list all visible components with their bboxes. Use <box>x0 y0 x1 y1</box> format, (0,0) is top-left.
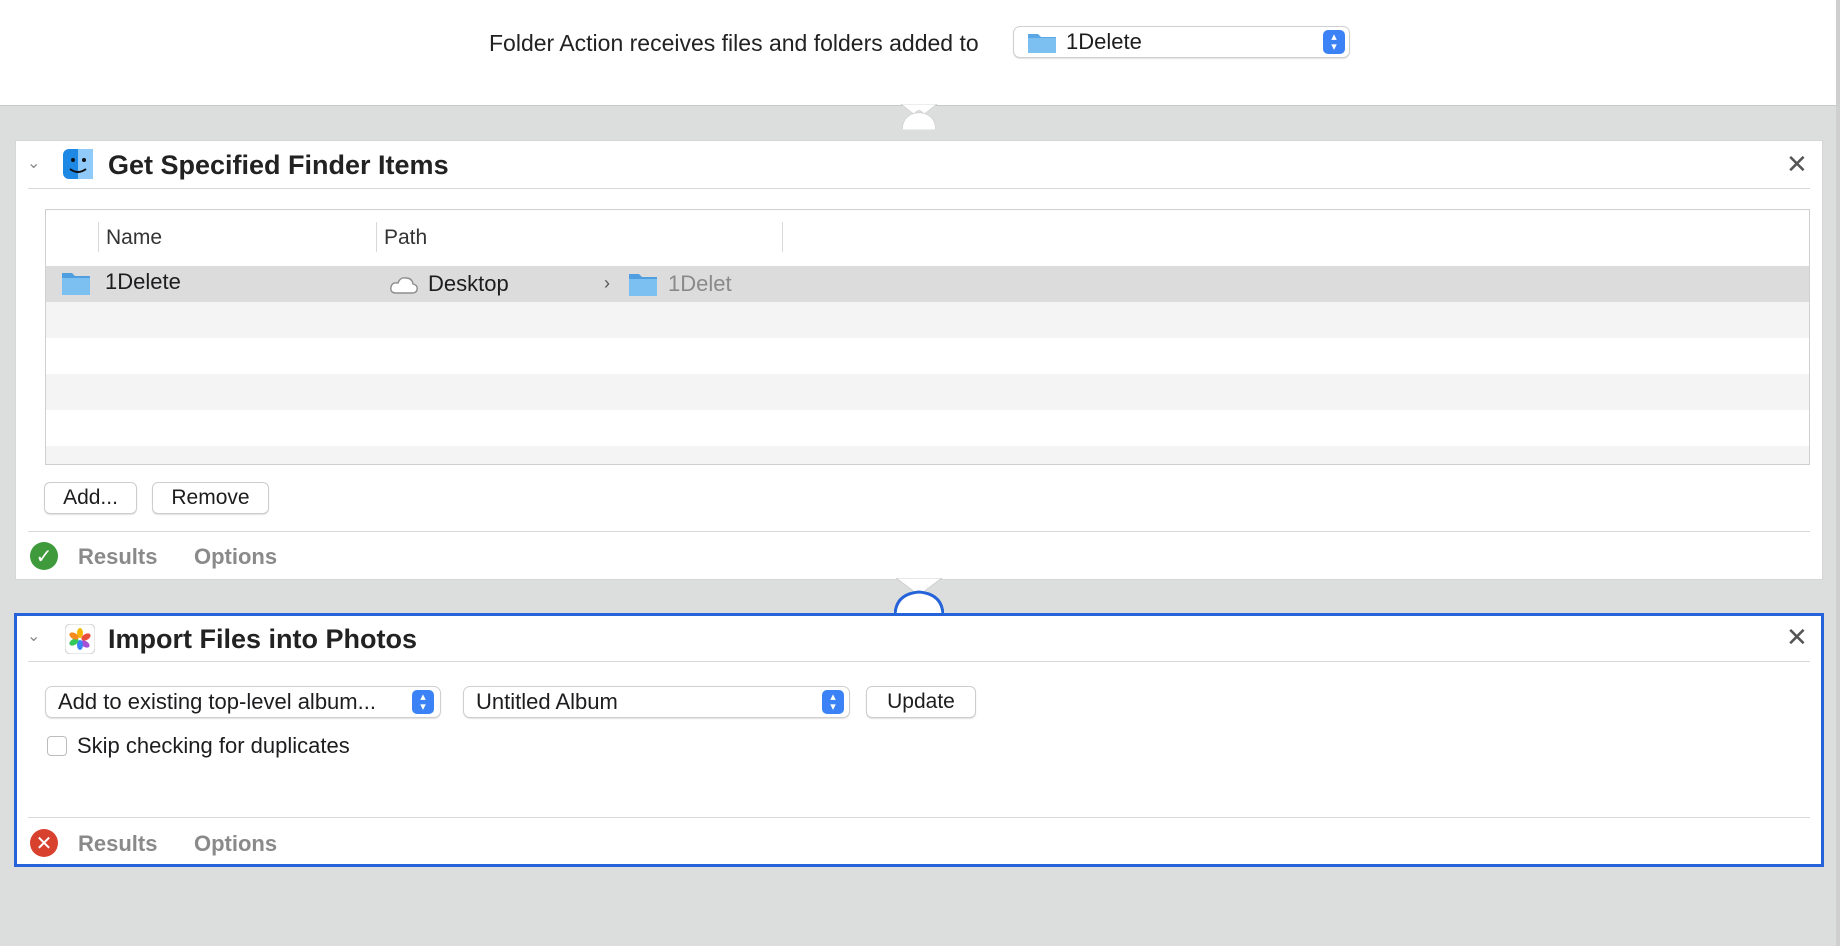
path-chevron-icon: › <box>604 273 610 293</box>
divider <box>28 188 1810 189</box>
folder-icon <box>629 274 657 296</box>
folder-action-header: Folder Action receives files and folders… <box>0 0 1840 106</box>
remove-button[interactable]: Remove <box>152 482 269 514</box>
column-header-path[interactable]: Path <box>384 226 427 250</box>
table-row-empty <box>46 302 1809 338</box>
row-name: 1Delete <box>105 269 181 294</box>
disclosure-chevron-icon[interactable]: ⌄ <box>27 153 40 173</box>
success-check-icon: ✓ <box>30 542 58 570</box>
connector-icon <box>894 578 944 616</box>
popup-stepper-icon: ▴ ▾ <box>1323 30 1345 54</box>
column-separator <box>376 222 377 252</box>
path-root: Desktop <box>428 271 509 296</box>
skip-duplicates-label[interactable]: Skip checking for duplicates <box>77 733 350 759</box>
table-row-empty <box>46 410 1809 446</box>
album-name-value: Untitled Album <box>476 689 618 714</box>
table-header: Name Path <box>46 210 1809 266</box>
table-row-empty <box>46 446 1809 464</box>
results-tab[interactable]: Results <box>78 831 157 857</box>
finder-items-table[interactable]: Name Path 1Delete Desktop › 1Delet <box>45 209 1810 465</box>
divider <box>28 817 1810 818</box>
album-mode-value: Add to existing top-level album... <box>58 689 376 714</box>
folder-popup-value: 1Delete <box>1066 29 1142 54</box>
table-row-empty <box>46 338 1809 374</box>
finder-icon <box>63 149 93 179</box>
column-header-name[interactable]: Name <box>106 226 162 250</box>
divider <box>28 531 1810 532</box>
album-name-popup[interactable]: Untitled Album ▴ ▾ <box>463 686 850 718</box>
action-get-specified-finder-items: ⌄ Get Specified Finder Items ✕ Name Path… <box>15 140 1823 580</box>
close-icon[interactable]: ✕ <box>1786 149 1808 180</box>
popup-stepper-icon: ▴ ▾ <box>822 690 844 714</box>
popup-stepper-icon: ▴ ▾ <box>412 690 434 714</box>
results-tab[interactable]: Results <box>78 544 157 570</box>
divider <box>28 661 1810 662</box>
photos-icon <box>65 624 95 654</box>
close-icon[interactable]: ✕ <box>1786 622 1808 653</box>
icloud-icon <box>390 277 418 294</box>
error-x-icon: ✕ <box>30 829 58 857</box>
folder-icon <box>1028 34 1056 53</box>
update-button[interactable]: Update <box>866 686 976 718</box>
path-item: 1Delet <box>668 271 732 296</box>
table-row[interactable]: 1Delete Desktop › 1Delet <box>46 266 1809 302</box>
column-separator <box>98 222 99 252</box>
folder-icon <box>62 273 90 295</box>
add-button[interactable]: Add... <box>44 482 137 514</box>
folder-popup[interactable]: 1Delete ▴ ▾ <box>1013 26 1350 58</box>
scrollbar[interactable] <box>1836 0 1840 946</box>
options-tab[interactable]: Options <box>194 544 277 570</box>
album-mode-popup[interactable]: Add to existing top-level album... ▴ ▾ <box>45 686 441 718</box>
column-separator <box>782 222 783 252</box>
table-row-empty <box>46 374 1809 410</box>
disclosure-chevron-icon[interactable]: ⌄ <box>27 626 40 646</box>
options-tab[interactable]: Options <box>194 831 277 857</box>
skip-duplicates-checkbox[interactable] <box>47 736 67 756</box>
action-title: Import Files into Photos <box>108 624 417 654</box>
connector-icon <box>900 104 938 130</box>
action-title: Get Specified Finder Items <box>108 150 449 180</box>
folder-action-label: Folder Action receives files and folders… <box>489 30 979 56</box>
action-import-files-into-photos: ⌄ Import Files into Photos ✕ Add to exis… <box>14 613 1824 867</box>
